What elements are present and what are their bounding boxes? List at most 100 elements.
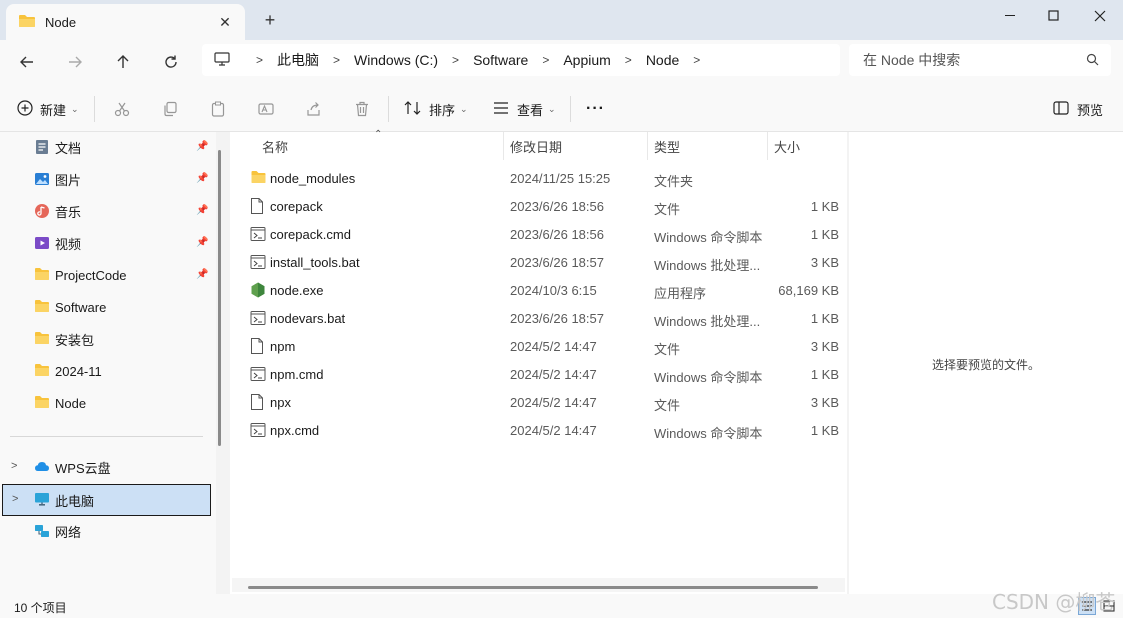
sidebar-item-documents[interactable]: 文档 📌 xyxy=(0,132,212,162)
sort-button-label: 排序 xyxy=(429,102,456,118)
up-button[interactable] xyxy=(107,48,139,76)
column-divider[interactable] xyxy=(647,132,648,160)
breadcrumb-separator[interactable]: > xyxy=(542,53,549,67)
file-row[interactable]: node_modules 2024/11/25 15:25 文件夹 xyxy=(230,164,847,192)
column-header-name[interactable]: 名称 xyxy=(262,132,288,160)
horizontal-scrollbar[interactable] xyxy=(232,578,845,592)
pin-icon[interactable]: 📌 xyxy=(196,269,208,280)
breadcrumb-appium[interactable]: Appium xyxy=(563,52,610,68)
forward-button[interactable] xyxy=(59,48,91,76)
file-row[interactable]: node.exe 2024/10/3 6:15 应用程序 68,169 KB xyxy=(230,276,847,304)
monitor-icon xyxy=(214,51,230,69)
refresh-button[interactable] xyxy=(155,48,187,76)
file-type: 文件 xyxy=(654,398,681,413)
sort-icon xyxy=(404,100,422,119)
window-tab[interactable]: Node ✕ xyxy=(6,4,245,40)
sidebar-item-projectcode[interactable]: ProjectCode 📌 xyxy=(0,260,212,290)
new-tab-button[interactable]: + xyxy=(259,9,281,31)
file-date: 2024/5/2 14:47 xyxy=(510,423,597,438)
sidebar-item-installers[interactable]: 安装包 xyxy=(0,324,212,354)
file-row[interactable]: npm.cmd 2024/5/2 14:47 Windows 命令脚本 1 KB xyxy=(230,360,847,388)
sidebar-item-2024-11[interactable]: 2024-11 xyxy=(0,356,212,386)
breadcrumb-separator[interactable]: > xyxy=(693,53,700,67)
file-name: corepack xyxy=(270,199,323,214)
file-type: 文件夹 xyxy=(654,174,694,189)
file-size: 1 KB xyxy=(810,227,839,242)
view-button[interactable]: 查看 ⌄ xyxy=(493,96,556,122)
share-button[interactable] xyxy=(306,96,322,122)
new-button[interactable]: 新建 ⌄ xyxy=(17,96,79,122)
sidebar-item-node[interactable]: Node xyxy=(0,388,212,418)
chevron-down-icon: ⌄ xyxy=(460,103,468,114)
breadcrumb-separator[interactable]: > xyxy=(333,53,340,67)
breadcrumb-separator[interactable]: > xyxy=(452,53,459,67)
sidebar-item-pictures[interactable]: 图片 📌 xyxy=(0,164,212,194)
chevron-right-icon[interactable]: > xyxy=(11,460,17,472)
item-count: 10 个项目 xyxy=(14,601,67,615)
file-row[interactable]: npx.cmd 2024/5/2 14:47 Windows 命令脚本 1 KB xyxy=(230,416,847,444)
pin-icon[interactable]: 📌 xyxy=(196,173,208,184)
column-divider[interactable] xyxy=(767,132,768,160)
minimize-button[interactable] xyxy=(987,0,1035,32)
pin-icon[interactable]: 📌 xyxy=(196,237,208,248)
sort-button[interactable]: 排序 ⌄ xyxy=(404,96,468,122)
more-options-button[interactable]: ··· xyxy=(586,96,605,122)
folder-icon xyxy=(34,395,50,411)
close-tab-icon[interactable]: ✕ xyxy=(215,12,235,32)
chevron-right-icon[interactable]: > xyxy=(12,493,18,505)
breadcrumb-drive-c[interactable]: Windows (C:) xyxy=(354,52,438,68)
command-bar: 新建 ⌄ 排序 ⌄ 查看 ⌄ ··· 预览 xyxy=(0,84,1123,132)
pin-icon[interactable]: 📌 xyxy=(196,205,208,216)
rename-button[interactable] xyxy=(258,96,274,122)
column-divider[interactable] xyxy=(503,132,504,160)
paste-button[interactable] xyxy=(210,96,226,122)
address-bar[interactable]: > 此电脑 > Windows (C:) > Software > Appium… xyxy=(202,44,840,76)
breadcrumb-software[interactable]: Software xyxy=(473,52,528,68)
file-date: 2023/6/26 18:57 xyxy=(510,255,604,270)
file-row[interactable]: corepack 2023/6/26 18:56 文件 1 KB xyxy=(230,192,847,220)
file-icon xyxy=(250,198,266,214)
sidebar-item-wps-cloud[interactable]: > WPS云盘 xyxy=(0,452,212,482)
search-input[interactable]: 在 Node 中搜索 xyxy=(849,44,1111,76)
file-row[interactable]: nodevars.bat 2023/6/26 18:57 Windows 批处理… xyxy=(230,304,847,332)
file-type: 应用程序 xyxy=(654,286,707,301)
pin-icon[interactable]: 📌 xyxy=(196,141,208,152)
file-icon xyxy=(250,338,266,354)
file-row[interactable]: npm 2024/5/2 14:47 文件 3 KB xyxy=(230,332,847,360)
sidebar-item-this-pc[interactable]: > 此电脑 xyxy=(2,484,211,516)
tab-title: Node xyxy=(45,14,77,30)
sidebar-divider xyxy=(10,436,203,437)
preview-pane-button[interactable]: 预览 xyxy=(1053,96,1103,122)
breadcrumb-this-pc[interactable]: 此电脑 xyxy=(277,50,319,70)
sidebar-item-software[interactable]: Software xyxy=(0,292,212,322)
back-button[interactable] xyxy=(11,48,43,76)
sidebar-item-network[interactable]: 网络 xyxy=(0,516,212,546)
file-date: 2024/5/2 14:47 xyxy=(510,395,597,410)
column-header-type[interactable]: 类型 xyxy=(654,132,680,160)
maximize-button[interactable] xyxy=(1030,0,1078,32)
search-icon[interactable] xyxy=(1086,53,1099,69)
breadcrumb-node[interactable]: Node xyxy=(646,52,679,68)
copy-button[interactable] xyxy=(162,96,178,122)
script-icon xyxy=(250,226,266,242)
cut-button[interactable] xyxy=(114,96,130,122)
close-window-button[interactable] xyxy=(1076,0,1123,32)
file-row[interactable]: npx 2024/5/2 14:47 文件 3 KB xyxy=(230,388,847,416)
sidebar-item-label: 文档 xyxy=(55,140,82,156)
file-type: Windows 命令脚本 xyxy=(654,426,763,441)
breadcrumb-separator[interactable]: > xyxy=(625,53,632,67)
sidebar-item-videos[interactable]: 视频 📌 xyxy=(0,228,212,258)
file-date: 2024/11/25 15:25 xyxy=(510,171,611,186)
horizontal-scrollbar-thumb[interactable] xyxy=(248,586,818,589)
sidebar-scrollbar[interactable] xyxy=(218,150,221,446)
column-header-date[interactable]: 修改日期 xyxy=(510,132,562,160)
file-row[interactable]: corepack.cmd 2023/6/26 18:56 Windows 命令脚… xyxy=(230,220,847,248)
file-row[interactable]: install_tools.bat 2023/6/26 18:57 Window… xyxy=(230,248,847,276)
file-size: 3 KB xyxy=(810,255,839,270)
sidebar-item-label: 2024-11 xyxy=(55,363,102,379)
delete-button[interactable] xyxy=(354,96,370,122)
folder-icon xyxy=(34,267,50,283)
column-header-size[interactable]: 大小 xyxy=(774,132,800,160)
sidebar-item-label: 此电脑 xyxy=(55,493,95,509)
sidebar-item-music[interactable]: 音乐 📌 xyxy=(0,196,212,226)
